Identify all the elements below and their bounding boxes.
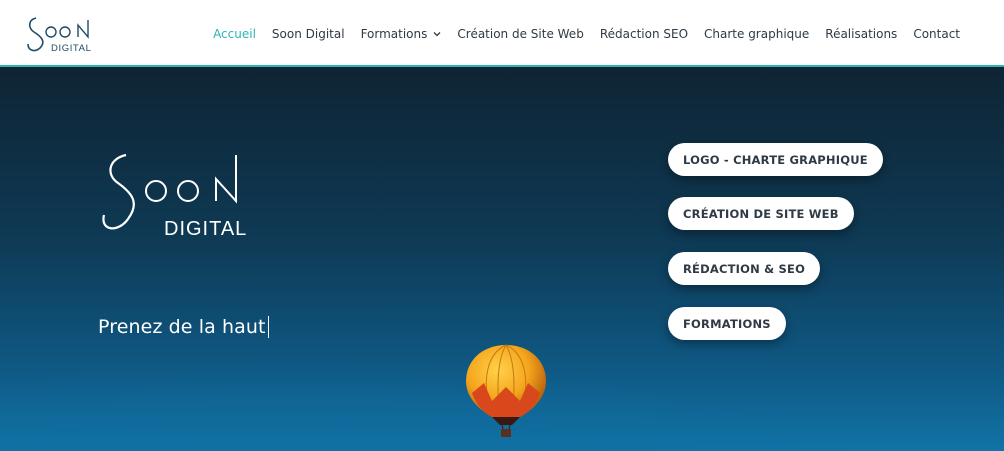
hero-section: DIGITAL Prenez de la haut LOGO - CHARTE … [0,67,1004,451]
main-nav: Accueil Soon Digital Formations Création… [197,0,960,67]
nav-item-realisations[interactable]: Réalisations [825,27,897,41]
site-header: DIGITAL Accueil Soon Digital Formations … [0,0,1004,67]
nav-item-redaction-seo[interactable]: Rédaction SEO [600,27,688,41]
chevron-down-icon [433,31,441,36]
soon-digital-logo-large: DIGITAL [102,153,247,240]
nav-item-soon-digital[interactable]: Soon Digital [272,27,345,41]
typing-headline: Prenez de la haut [98,316,269,338]
nav-item-creation-site-web[interactable]: Création de Site Web [457,27,583,41]
nav-item-contact[interactable]: Contact [913,27,960,41]
button-creation-site-web[interactable]: CRÉATION DE SITE WEB [668,197,854,230]
soon-digital-logo[interactable]: DIGITAL [24,10,100,56]
hot-air-balloon-image [466,344,546,437]
button-redaction-seo[interactable]: RÉDACTION & SEO [668,252,821,285]
typing-text: Prenez de la haut [98,316,266,338]
nav-item-formations[interactable]: Formations [361,27,442,41]
button-logo-charte-graphique[interactable]: LOGO - CHARTE GRAPHIQUE [668,143,883,176]
nav-item-charte-graphique[interactable]: Charte graphique [704,27,809,41]
svg-text:DIGITAL: DIGITAL [51,43,91,54]
button-formations[interactable]: FORMATIONS [668,307,786,340]
svg-text:DIGITAL: DIGITAL [164,218,247,240]
nav-item-accueil[interactable]: Accueil [213,27,256,41]
typing-caret [267,316,269,338]
nav-item-formations-label: Formations [360,26,428,41]
